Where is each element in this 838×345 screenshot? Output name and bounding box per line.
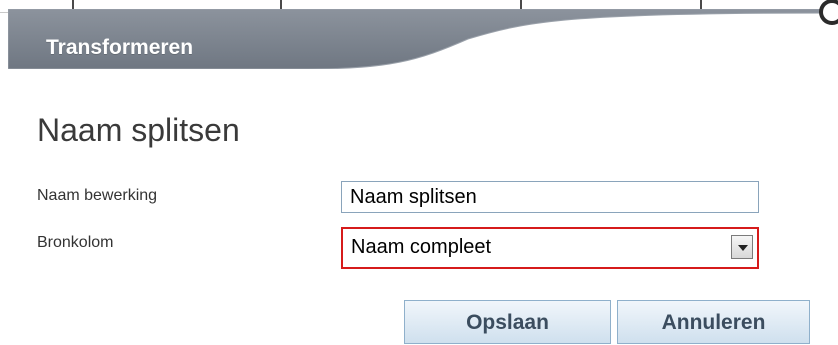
cancel-button[interactable]: Annuleren — [617, 300, 810, 344]
toolbar-separator — [700, 0, 702, 9]
toolbar-separator — [280, 0, 282, 9]
section-title: Transformeren — [46, 36, 194, 59]
chevron-down-icon[interactable] — [731, 235, 753, 259]
source-column-label: Bronkolom — [37, 234, 114, 251]
section-header: Transformeren — [8, 9, 838, 69]
toolbar-separator — [520, 0, 522, 9]
operation-name-label: Naam bewerking — [37, 187, 158, 204]
page-title: Naam splitsen — [37, 112, 240, 148]
circle-icon[interactable] — [812, 0, 838, 30]
save-button[interactable]: Opslaan — [404, 300, 611, 344]
toolbar-separator — [72, 0, 74, 9]
operation-name-input[interactable]: Naam splitsen — [341, 181, 759, 213]
source-column-select[interactable]: Naam compleet — [341, 227, 759, 269]
source-column-selected-value: Naam compleet — [351, 236, 492, 258]
